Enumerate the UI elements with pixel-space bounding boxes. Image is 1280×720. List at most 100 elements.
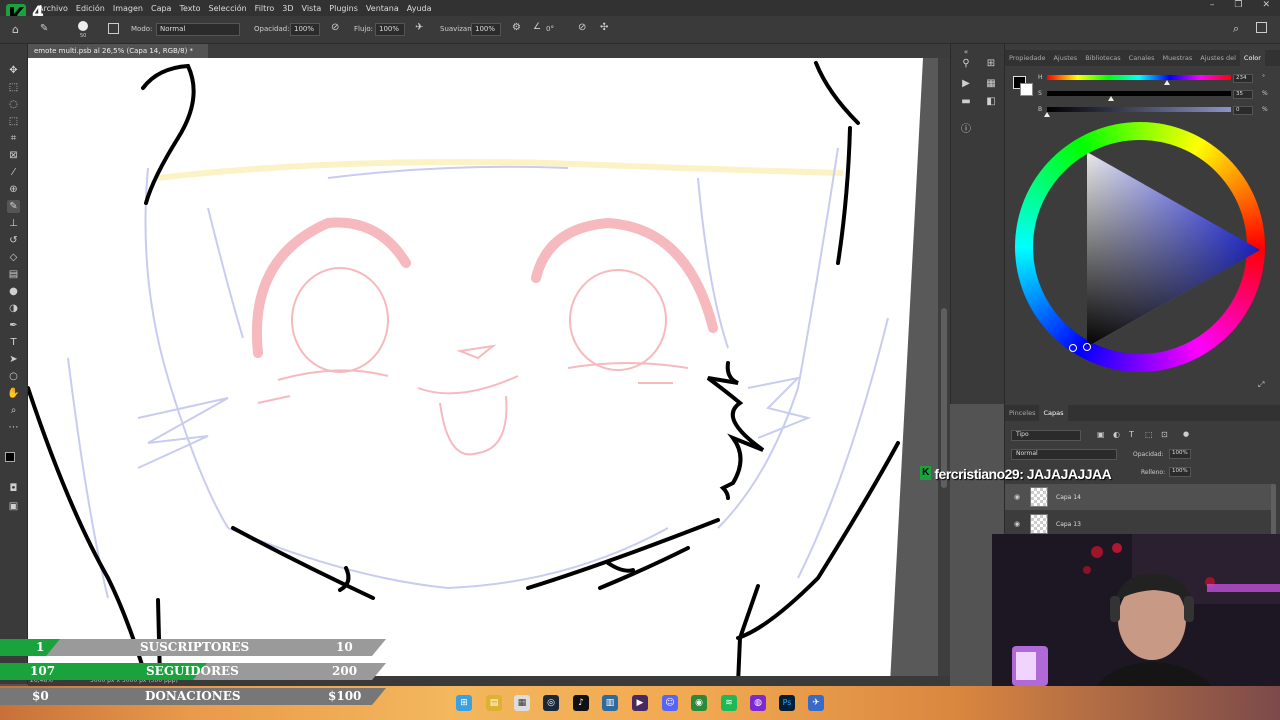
flow-field[interactable]: 100%	[375, 23, 405, 36]
brightness-value[interactable]: 0	[1233, 106, 1253, 115]
lasso-tool-icon[interactable]: ◌	[7, 98, 20, 111]
menu-capa[interactable]: Capa	[147, 4, 175, 13]
menu-filtro[interactable]: Filtro	[251, 4, 279, 13]
tab-canales[interactable]: Canales	[1125, 54, 1159, 62]
visibility-eye-icon[interactable]: ◉	[1014, 520, 1020, 528]
airbrush-icon[interactable]: ✈	[415, 22, 423, 33]
tiktok-icon[interactable]: ♪	[573, 695, 589, 711]
brush-settings-icon[interactable]	[108, 23, 119, 34]
saturation-slider-thumb[interactable]	[1108, 96, 1115, 101]
scrollbar-thumb[interactable]	[941, 308, 947, 488]
windows-icon[interactable]: ⊞	[456, 695, 472, 711]
filter-smart-icon[interactable]: ⊡	[1161, 430, 1168, 439]
tab-pinceles[interactable]: Pinceles	[1005, 409, 1039, 417]
adjust-icon[interactable]: ⚲	[960, 58, 972, 70]
file-explorer-icon[interactable]: ▤	[486, 695, 502, 711]
swatches-icon[interactable]: ▦	[985, 78, 997, 90]
saturation-value[interactable]: 35	[1233, 90, 1253, 99]
background-swatch[interactable]	[1020, 83, 1033, 96]
layer-filter-select[interactable]: Tipo	[1011, 430, 1081, 441]
minimize-button[interactable]: –	[1210, 0, 1215, 10]
info-icon[interactable]: ⓘ	[960, 124, 972, 136]
layers-icon[interactable]: ◧	[985, 96, 997, 108]
menu-seleccion[interactable]: Selección	[205, 4, 251, 13]
quick-mask-icon[interactable]: ◘	[7, 482, 20, 495]
panel-resize-icon[interactable]: ⤢	[1258, 380, 1264, 390]
tab-muestras[interactable]: Muestras	[1159, 54, 1197, 62]
pen-tool-icon[interactable]: ✒	[7, 319, 20, 332]
type-tool-icon[interactable]: T	[7, 336, 20, 349]
shape-tool-icon[interactable]: ○	[7, 370, 20, 383]
layer-row[interactable]: ◉ Capa 14	[1005, 484, 1275, 510]
tab-ajustes-del[interactable]: Ajustes del	[1196, 54, 1240, 62]
path-select-icon[interactable]: ➤	[7, 353, 20, 366]
filter-type-icon[interactable]: T	[1129, 430, 1134, 439]
home-icon[interactable]: ⌂	[12, 23, 19, 36]
tab-capas[interactable]: Capas	[1039, 405, 1068, 421]
maximize-button[interactable]: ❐	[1234, 0, 1242, 10]
discord-icon[interactable]: ☺	[662, 695, 678, 711]
comment-icon[interactable]: ▬	[960, 96, 972, 108]
move-tool-icon[interactable]: ✥	[7, 64, 20, 77]
tab-ajustes[interactable]: Ajustes	[1049, 54, 1081, 62]
hue-value[interactable]: 234	[1233, 74, 1253, 83]
filter-adjust-icon[interactable]: ◐	[1113, 430, 1120, 439]
canvas-drawing[interactable]	[28, 58, 950, 684]
menu-vista[interactable]: Vista	[298, 4, 326, 13]
hue-slider[interactable]	[1047, 75, 1231, 80]
symmetry-icon[interactable]: ✣	[600, 22, 608, 33]
filter-shape-icon[interactable]: ⬚	[1145, 430, 1153, 439]
foreground-color-swatch[interactable]	[5, 452, 15, 462]
menu-3d[interactable]: 3D	[278, 4, 297, 13]
menu-ventana[interactable]: Ventana	[362, 4, 403, 13]
properties-icon[interactable]: ⊞	[985, 58, 997, 70]
tab-bibliotecas[interactable]: Bibliotecas	[1081, 54, 1124, 62]
brush-preset-dot[interactable]	[78, 21, 88, 31]
pressure-opacity-icon[interactable]: ⊘	[331, 22, 339, 33]
workspace-icon[interactable]	[1256, 22, 1267, 33]
crop-tool-icon[interactable]: ⌗	[7, 132, 20, 145]
layer-fill-value[interactable]: 100%	[1169, 467, 1191, 477]
app-icon[interactable]: ✈	[808, 695, 824, 711]
pressure-size-icon[interactable]: ⊘	[578, 22, 586, 33]
close-button[interactable]: ✕	[1262, 0, 1270, 10]
media-icon[interactable]: ▶	[632, 695, 648, 711]
menu-plugins[interactable]: Plugins	[325, 4, 362, 13]
screen-mode-icon[interactable]: ▣	[7, 500, 20, 513]
frame-tool-icon[interactable]: ⊠	[7, 149, 20, 162]
color-triangle[interactable]	[1015, 122, 1265, 372]
vertical-scrollbar[interactable]	[938, 58, 950, 684]
expand-panels-icon[interactable]: «	[960, 46, 972, 58]
history-brush-icon[interactable]: ↺	[7, 234, 20, 247]
blur-tool-icon[interactable]: ●	[7, 285, 20, 298]
angle-value[interactable]: 0°	[546, 25, 554, 33]
eyedropper-tool-icon[interactable]: ⁄	[7, 166, 20, 179]
brush-tool-icon[interactable]: ✎	[7, 200, 20, 213]
menu-imagen[interactable]: Imagen	[109, 4, 147, 13]
steam-icon[interactable]: ◎	[543, 695, 559, 711]
brightness-slider[interactable]	[1047, 107, 1231, 112]
smoothing-settings-icon[interactable]: ⚙	[512, 22, 521, 33]
store-icon[interactable]: ▦	[514, 695, 530, 711]
filter-toggle-icon[interactable]: ●	[1183, 430, 1189, 438]
saturation-slider[interactable]	[1047, 91, 1231, 96]
stamp-tool-icon[interactable]: ⊥	[7, 217, 20, 230]
mode-select[interactable]: Normal	[156, 23, 240, 36]
more-tools-icon[interactable]: ⋯	[7, 421, 20, 434]
firefox-icon[interactable]: ◍	[750, 695, 766, 711]
visibility-eye-icon[interactable]: ◉	[1014, 493, 1020, 501]
blend-mode-select[interactable]: Normal	[1011, 449, 1117, 460]
menu-ayuda[interactable]: Ayuda	[403, 4, 436, 13]
search-icon[interactable]: ⌕	[1233, 22, 1239, 36]
menu-texto[interactable]: Texto	[175, 4, 204, 13]
dodge-tool-icon[interactable]: ◑	[7, 302, 20, 315]
smoothing-field[interactable]: 100%	[471, 23, 501, 36]
notes-icon[interactable]: ▥	[602, 695, 618, 711]
opacity-field[interactable]: 100%	[290, 23, 320, 36]
object-select-icon[interactable]: ⬚	[7, 115, 20, 128]
filter-pixel-icon[interactable]: ▣	[1097, 430, 1105, 439]
document-tab[interactable]: emote multi.psb al 26,5% (Capa 14, RGB/8…	[28, 44, 208, 58]
layer-opacity-value[interactable]: 100%	[1169, 449, 1191, 459]
tab-propiedades[interactable]: Propiedade	[1005, 54, 1049, 62]
canvas-area[interactable]	[28, 58, 950, 684]
